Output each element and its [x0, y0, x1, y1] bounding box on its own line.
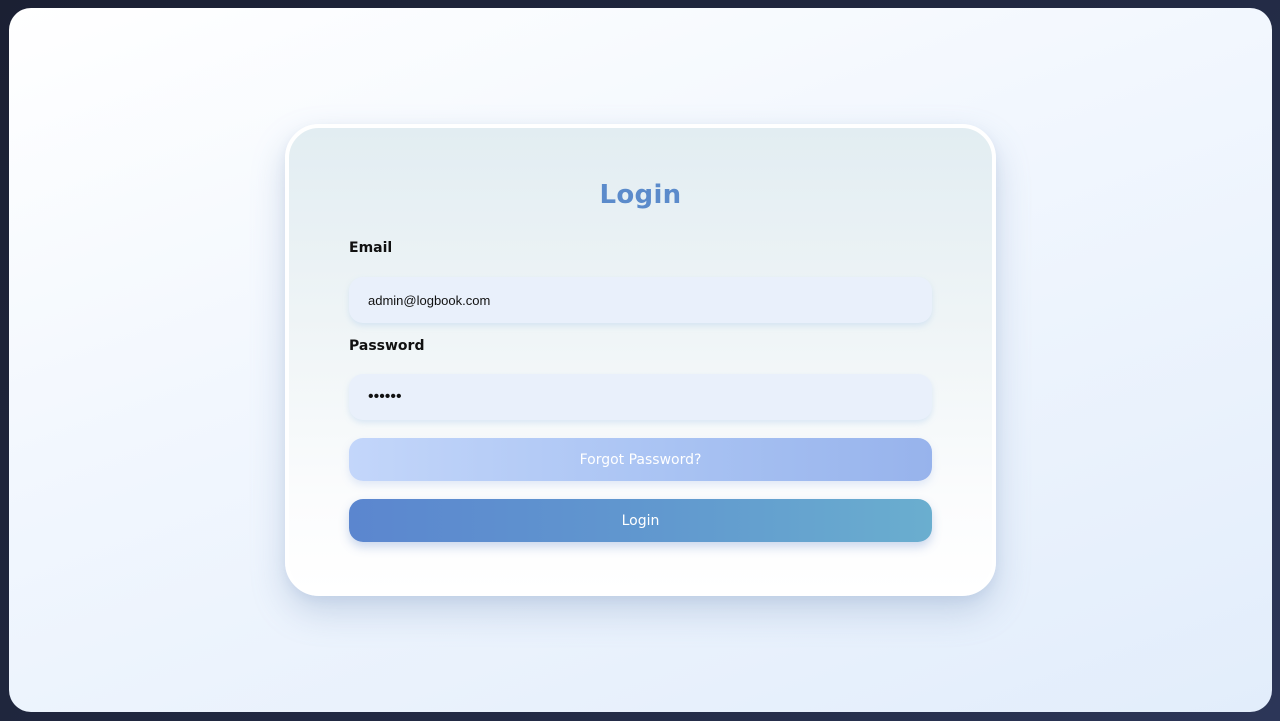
login-title: Login — [599, 180, 682, 210]
email-field[interactable] — [349, 277, 932, 323]
password-field[interactable] — [349, 374, 932, 420]
forgot-password-button[interactable]: Forgot Password? — [349, 438, 932, 481]
password-label: Password — [349, 338, 425, 354]
app-window: Login Email Password Forgot Password? Lo… — [9, 8, 1272, 712]
login-button[interactable]: Login — [349, 499, 932, 542]
email-label: Email — [349, 240, 393, 256]
login-card: Login Email Password Forgot Password? Lo… — [285, 124, 996, 596]
